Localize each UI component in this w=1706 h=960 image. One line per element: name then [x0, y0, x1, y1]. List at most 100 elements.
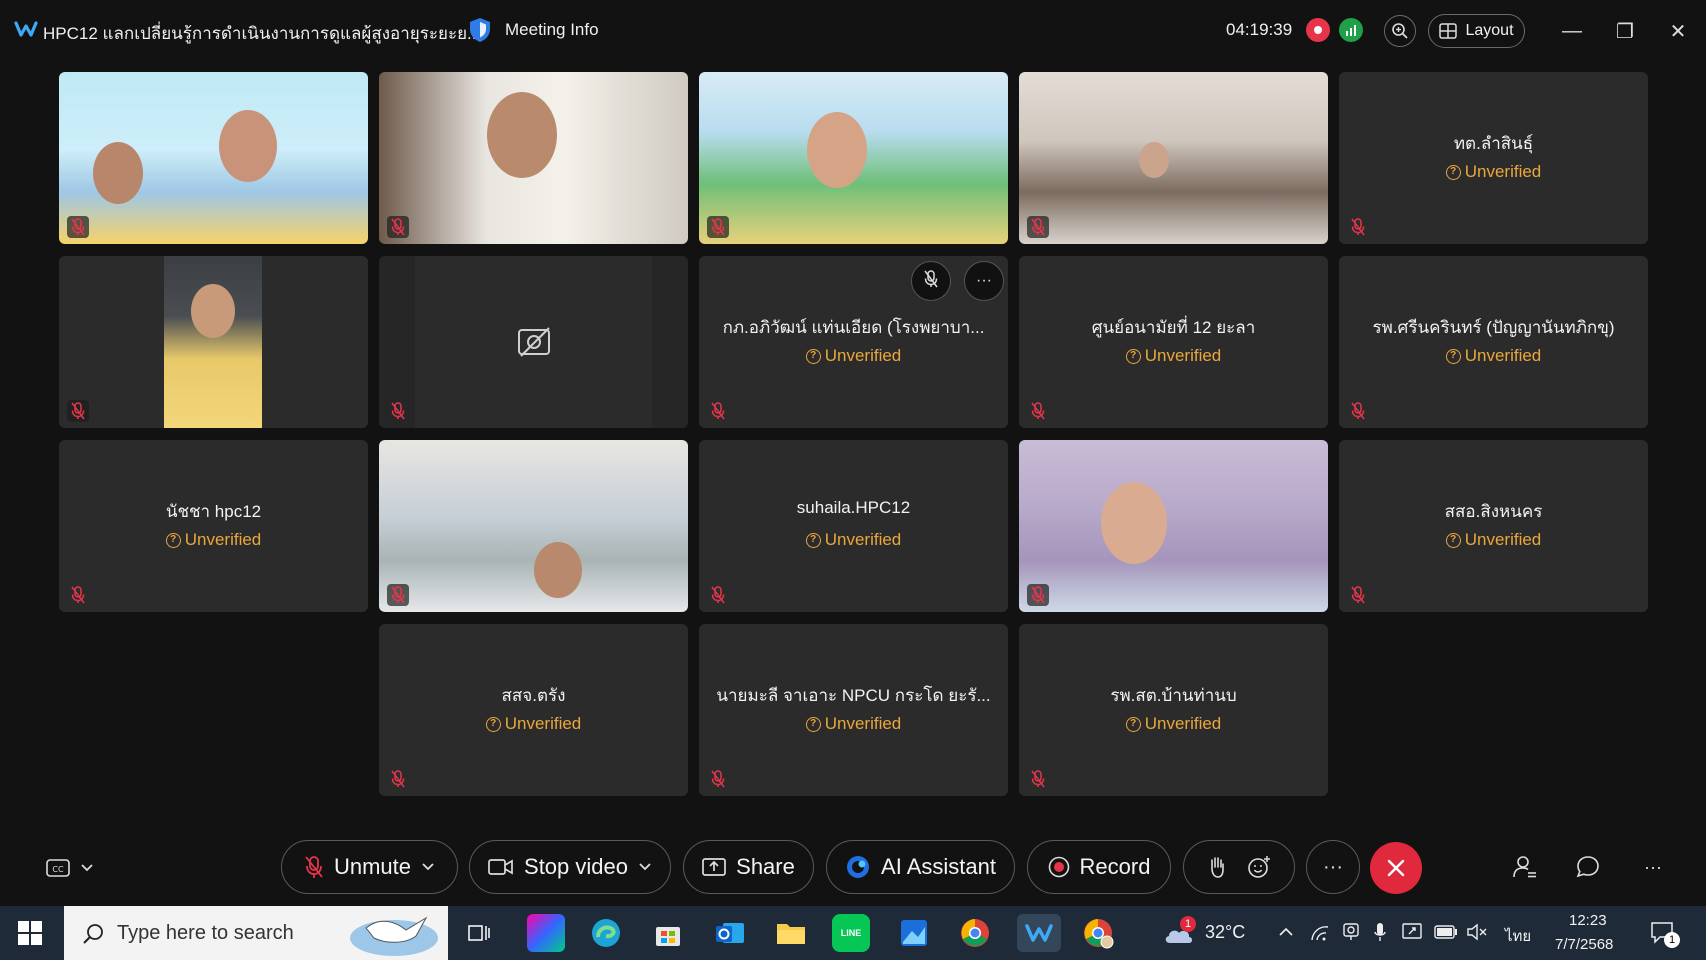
participant-video	[1019, 440, 1328, 612]
zoom-button[interactable]	[1384, 15, 1416, 47]
participants-icon	[1513, 856, 1536, 878]
participant-tile[interactable]: ทต.ลำสินธุ์? Unverified	[1339, 72, 1648, 244]
outlook-app-icon[interactable]	[711, 914, 749, 952]
unverified-label: Unverified	[1464, 530, 1542, 549]
unverified-label: Unverified	[824, 714, 902, 733]
participant-face	[1101, 482, 1167, 564]
participant-tile[interactable]	[1019, 72, 1328, 244]
participant-tile[interactable]	[379, 440, 688, 612]
windows-start-icon[interactable]	[18, 921, 42, 945]
mic-muted-icon	[707, 768, 729, 790]
unverified-label: Unverified	[504, 714, 582, 733]
record-label: Record	[1079, 854, 1151, 879]
unverified-label: Unverified	[824, 530, 902, 549]
line-app-icon[interactable]: LINE	[832, 914, 870, 952]
end-meeting-button[interactable]	[1370, 842, 1422, 894]
layout-label: Layout	[1465, 22, 1514, 39]
unverified-icon: ?	[1125, 716, 1141, 732]
participant-tile[interactable]: ศูนย์อนามัยที่ 12 ยะลา? Unverified	[1019, 256, 1328, 428]
close-window-button[interactable]: ✕	[1660, 14, 1696, 48]
weather-temperature[interactable]: 32°C	[1205, 922, 1245, 943]
closed-captions-button[interactable]: CC	[46, 855, 106, 881]
participant-name: ศูนย์อนามัยที่ 12 ยะลา	[1091, 318, 1256, 337]
participant-tile[interactable]: สสอ.สิงหนคร? Unverified	[1339, 440, 1648, 612]
shield-icon[interactable]	[468, 17, 492, 43]
tile-more-button[interactable]: ···	[964, 261, 1004, 301]
participant-tile[interactable]: รพ.สต.บ้านท่านบ? Unverified	[1019, 624, 1328, 796]
participant-tile[interactable]	[379, 256, 688, 428]
more-panels-button[interactable]: ···	[1638, 852, 1668, 882]
share-button[interactable]: Share	[683, 840, 814, 894]
share-screen-icon	[702, 858, 726, 876]
chevron-up-icon[interactable]	[1278, 926, 1294, 938]
webex-taskbar-icon[interactable]	[1017, 914, 1061, 952]
chat-button[interactable]	[1573, 852, 1603, 882]
participant-face	[219, 110, 277, 182]
mic-muted-icon	[1027, 768, 1049, 790]
battery-icon[interactable]	[1434, 925, 1458, 939]
participant-tile[interactable]	[1019, 440, 1328, 612]
taskbar-search-box[interactable]: Type here to search	[64, 906, 448, 960]
participant-tile[interactable]: สสจ.ตรัง? Unverified	[379, 624, 688, 796]
participant-tile[interactable]: รพ.ศรีนครินทร์ (ปัญญานันทภิกขุ)? Unverifi…	[1339, 256, 1648, 428]
mic-muted-icon	[1027, 400, 1049, 422]
participant-tile[interactable]	[379, 72, 688, 244]
chrome-browser-icon[interactable]	[956, 914, 994, 952]
zoom-icon	[1392, 23, 1408, 39]
more-options-button[interactable]: ···	[1306, 840, 1360, 894]
input-language[interactable]: ไทย	[1505, 924, 1531, 948]
photos-app-icon[interactable]	[895, 914, 933, 952]
stop-video-button[interactable]: Stop video	[469, 840, 671, 894]
participant-tile[interactable]	[699, 72, 1008, 244]
mic-muted-icon	[707, 216, 729, 238]
layout-button[interactable]: Layout	[1428, 14, 1525, 48]
weather-alert-badge: 1	[1180, 916, 1196, 932]
microphone-tray-icon[interactable]	[1373, 922, 1387, 942]
participant-tile[interactable]: suhaila.HPC12? Unverified	[699, 440, 1008, 612]
tile-mute-button[interactable]	[911, 261, 951, 301]
restore-button[interactable]: ❐	[1607, 14, 1643, 48]
file-explorer-icon[interactable]	[772, 914, 810, 952]
participant-tile[interactable]	[59, 72, 368, 244]
wifi-icon[interactable]	[1310, 924, 1330, 942]
screen-share-tray-icon[interactable]	[1402, 922, 1424, 942]
unverified-icon: ?	[805, 716, 821, 732]
participant-video	[59, 256, 368, 428]
participant-tile[interactable]: กภ.อภิวัฒน์ แท่นเอียด (โรงพยาบา...? Unver…	[699, 256, 1008, 428]
unverified-status: ? Unverified	[699, 530, 1008, 550]
raise-hand-icon[interactable]	[1207, 855, 1227, 879]
webex-logo-icon	[14, 21, 38, 37]
task-view-icon[interactable]	[460, 914, 498, 952]
meeting-info-link[interactable]: Meeting Info	[505, 20, 599, 40]
chevron-down-icon[interactable]	[421, 862, 435, 872]
ai-assistant-button[interactable]: AI Assistant	[826, 840, 1015, 894]
participant-name: รพ.สต.บ้านท่านบ	[1110, 686, 1237, 705]
clock-date[interactable]: 7/7/2568	[1555, 936, 1613, 953]
microsoft-store-icon[interactable]	[649, 914, 687, 952]
tile-side-shade	[652, 256, 688, 428]
mic-muted-icon	[67, 584, 89, 606]
unmute-button[interactable]: Unmute	[281, 840, 458, 894]
closed-captions-icon: CC	[46, 859, 70, 877]
participants-button[interactable]	[1510, 852, 1540, 882]
emoji-reaction-icon[interactable]	[1247, 855, 1271, 879]
participant-tile[interactable]: นายมะลี จาเอาะ NPCU กระโด ยะรั...? Unveri…	[699, 624, 1008, 796]
unverified-icon: ?	[805, 348, 821, 364]
edge-browser-icon[interactable]	[587, 914, 625, 952]
unverified-label: Unverified	[824, 346, 902, 365]
participant-tile[interactable]	[59, 256, 368, 428]
minimize-button[interactable]: —	[1554, 14, 1590, 48]
copilot-app-icon[interactable]	[527, 914, 565, 952]
participant-face	[93, 142, 143, 204]
participant-tile[interactable]: นัชชา hpc12? Unverified	[59, 440, 368, 612]
participant-name: สสอ.สิงหนคร	[1444, 502, 1543, 521]
chrome-profile-icon[interactable]	[1079, 914, 1117, 952]
record-button[interactable]: Record	[1027, 840, 1171, 894]
clock-time[interactable]: 12:23	[1569, 912, 1607, 929]
mic-muted-icon	[67, 400, 89, 422]
camera-tray-icon[interactable]	[1342, 922, 1360, 942]
chevron-down-icon[interactable]	[638, 862, 652, 872]
network-health-icon[interactable]	[1339, 18, 1363, 42]
speaker-muted-icon[interactable]	[1466, 923, 1488, 941]
unverified-status: ? Unverified	[379, 714, 688, 734]
